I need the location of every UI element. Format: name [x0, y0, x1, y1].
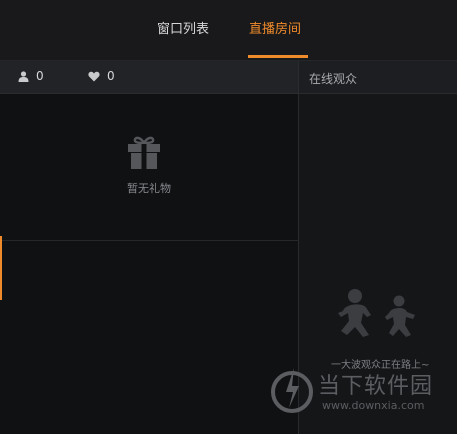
- gift-icon: [128, 136, 160, 169]
- watermark-url: www.downxia.com: [322, 399, 425, 412]
- top-tab-bar: 窗口列表 直播房间: [0, 0, 457, 61]
- watermark-logo-icon: [271, 368, 313, 413]
- tab-live-room[interactable]: 直播房间: [249, 18, 301, 37]
- viewer-count: 0: [18, 69, 44, 83]
- user-icon: [18, 70, 29, 82]
- stats-bar: 0 0: [0, 61, 298, 94]
- audience-header: 在线观众: [299, 61, 457, 94]
- audience-header-label: 在线观众: [309, 72, 358, 86]
- live-room-panel: 0 0 暂无礼物: [0, 61, 298, 434]
- heart-icon: [88, 71, 100, 81]
- watermark-name: 当下软件园: [318, 374, 434, 399]
- like-count-value: 0: [107, 69, 115, 83]
- like-count: 0: [88, 69, 115, 83]
- people-running-icon: [338, 289, 415, 337]
- active-tab-indicator: [248, 55, 308, 58]
- no-gift-text: 暂无礼物: [127, 182, 171, 195]
- section-divider: [0, 240, 298, 241]
- viewer-count-value: 0: [36, 69, 44, 83]
- accent-edge: [0, 236, 2, 300]
- gift-area: 暂无礼物: [0, 94, 298, 240]
- tab-window-list[interactable]: 窗口列表: [157, 18, 209, 37]
